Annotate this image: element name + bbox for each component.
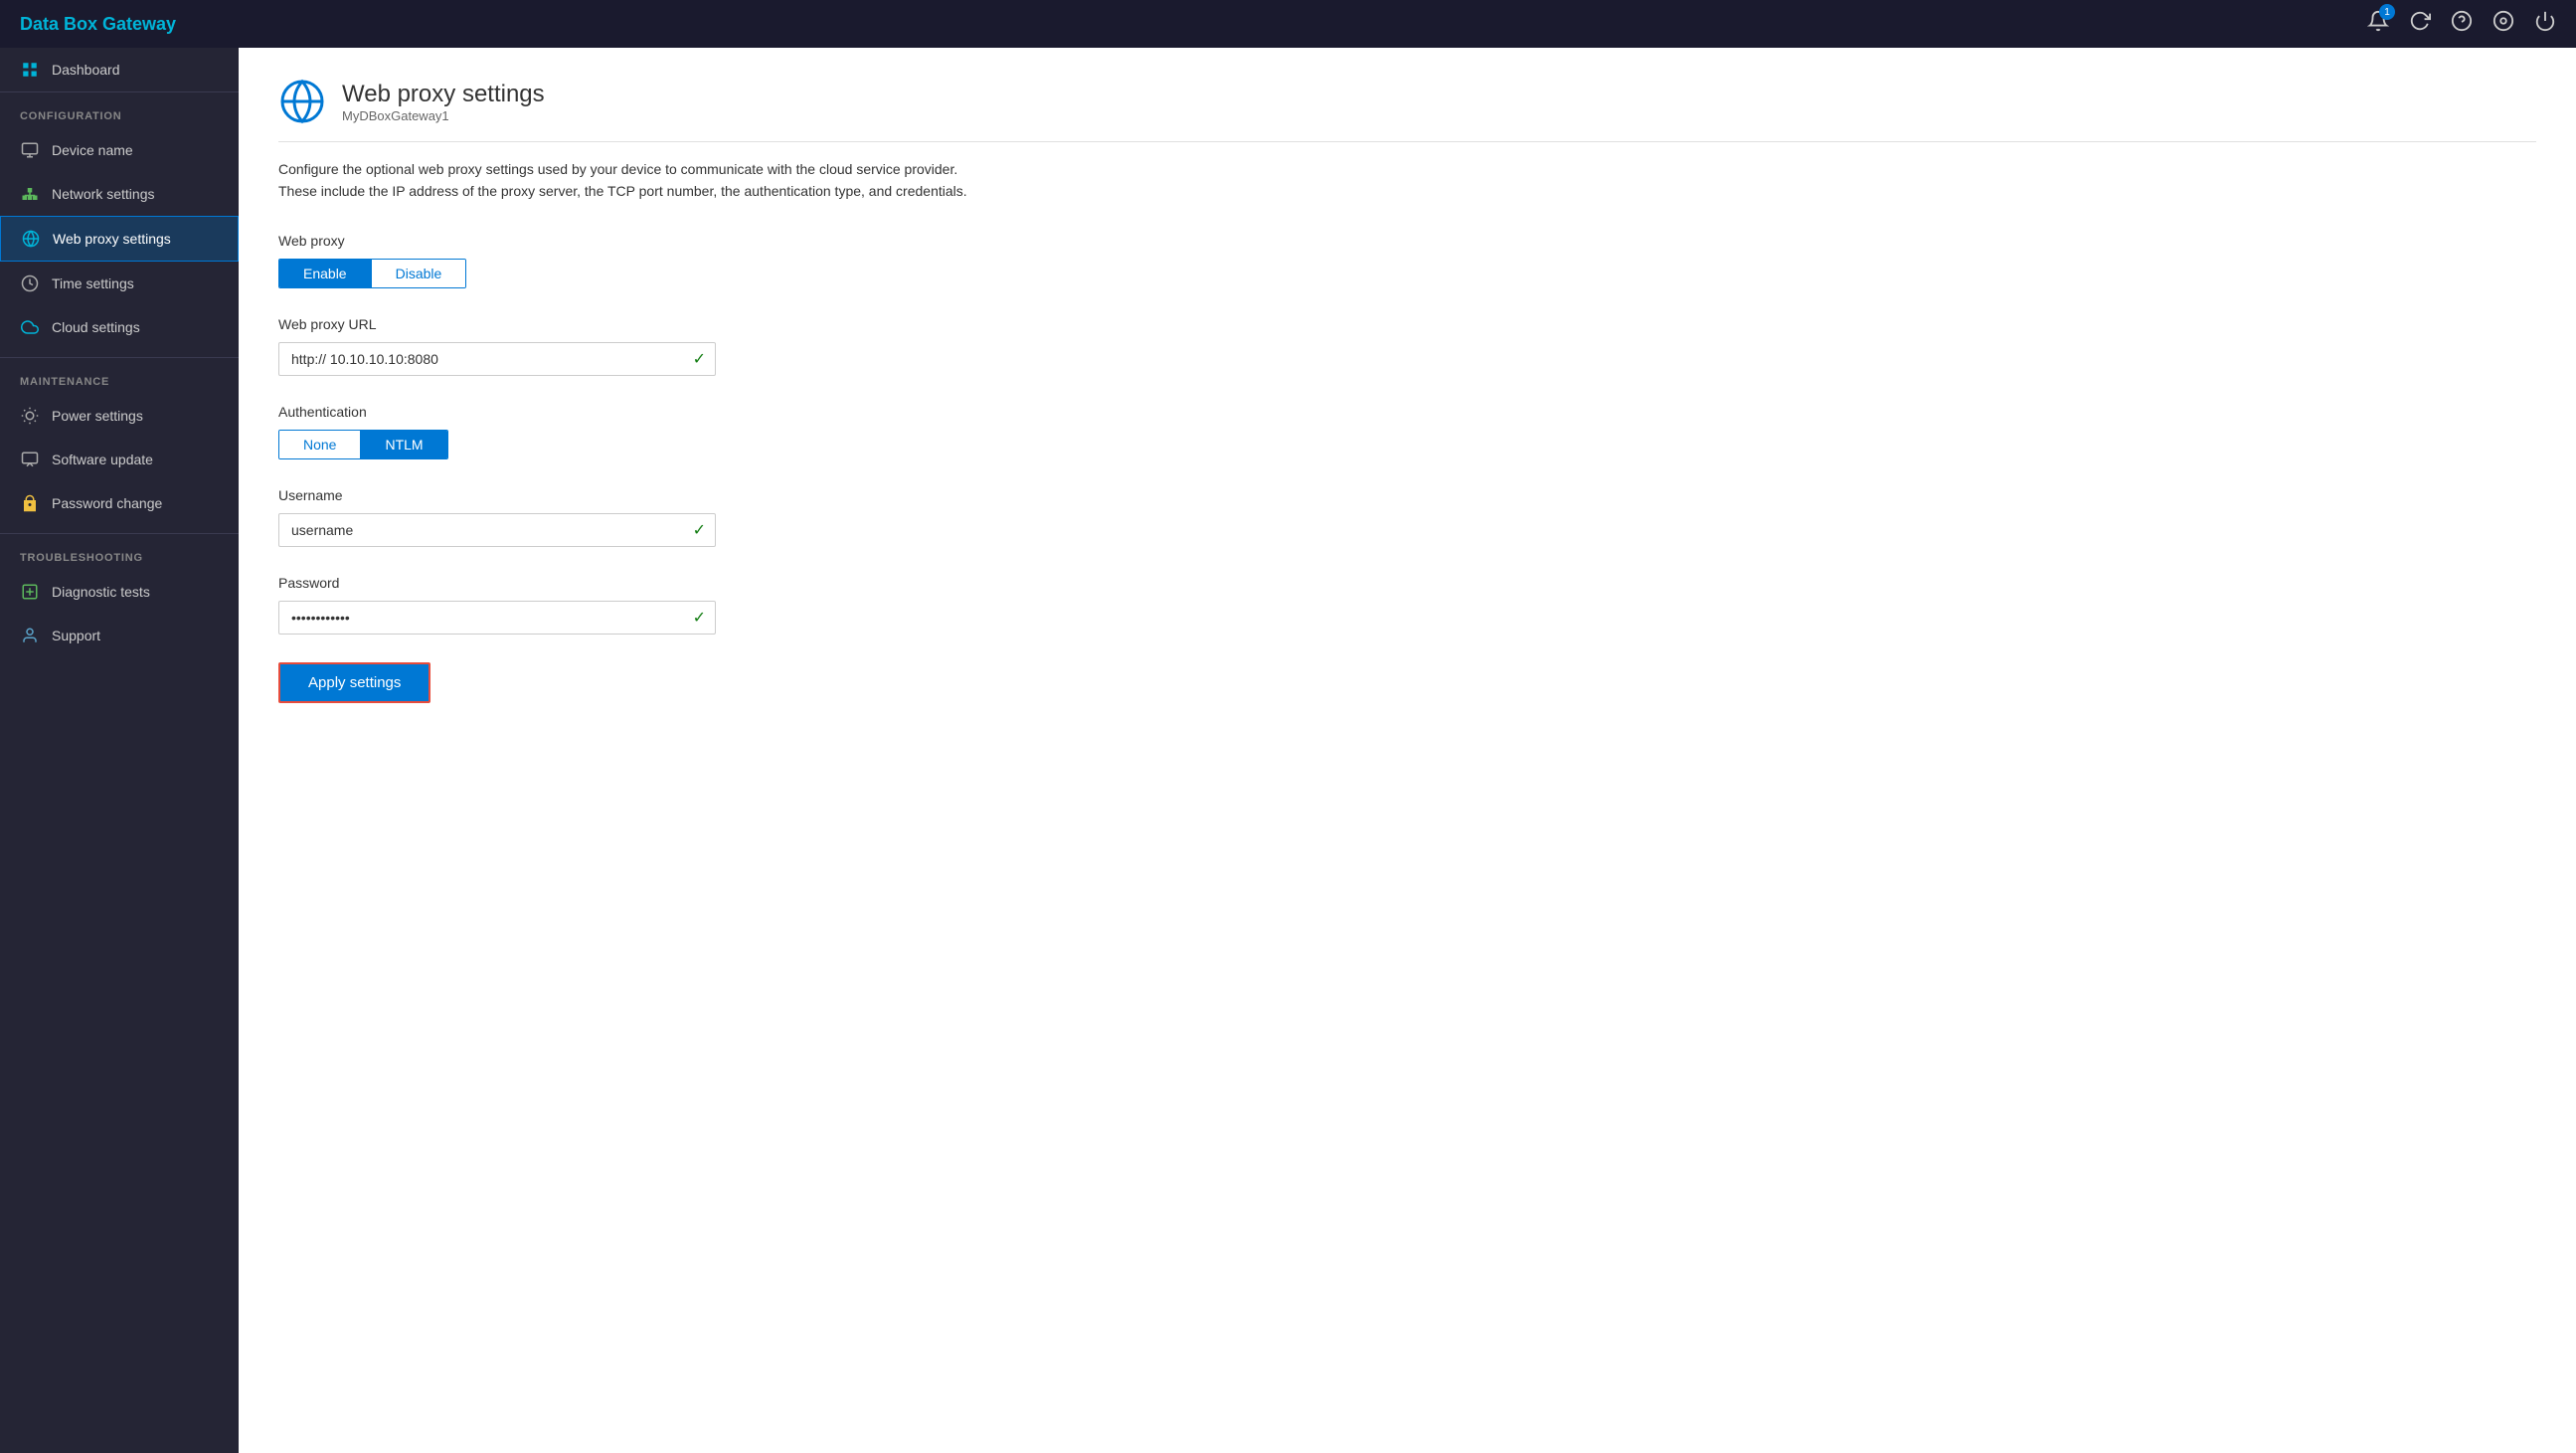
main-content: Web proxy settings MyDBoxGateway1 Config… — [239, 48, 2576, 1453]
power-icon[interactable] — [2534, 10, 2556, 38]
web-proxy-icon — [21, 229, 41, 249]
username-check: ✓ — [693, 520, 706, 540]
authentication-label: Authentication — [278, 404, 2536, 420]
sidebar-time-settings-label: Time settings — [52, 275, 134, 291]
app-title: Data Box Gateway — [20, 14, 176, 35]
config-section-header: CONFIGURATION — [0, 96, 239, 128]
password-check: ✓ — [693, 608, 706, 628]
sidebar-item-device-name[interactable]: Device name — [0, 128, 239, 172]
sidebar-dashboard-label: Dashboard — [52, 62, 120, 78]
power-settings-icon — [20, 406, 40, 426]
description-line1: Configure the optional web proxy setting… — [278, 158, 2536, 180]
software-update-icon — [20, 450, 40, 469]
authentication-section: Authentication None NTLM — [278, 404, 2536, 459]
auth-none-button[interactable]: None — [279, 431, 361, 458]
apply-settings-button[interactable]: Apply settings — [278, 662, 430, 703]
sidebar-software-update-label: Software update — [52, 452, 153, 467]
sidebar-item-cloud-settings[interactable]: Cloud settings — [0, 305, 239, 349]
troubleshooting-divider — [0, 533, 239, 534]
sidebar-item-password-change[interactable]: Password change — [0, 481, 239, 525]
notification-icon[interactable]: 1 — [2367, 10, 2389, 38]
sidebar-support-label: Support — [52, 628, 100, 643]
page-subtitle: MyDBoxGateway1 — [342, 108, 545, 123]
web-proxy-section: Web proxy Enable Disable — [278, 233, 2536, 288]
password-wrapper: ✓ — [278, 601, 716, 635]
password-icon — [20, 493, 40, 513]
help-icon[interactable] — [2451, 10, 2473, 38]
web-proxy-label: Web proxy — [278, 233, 2536, 249]
diagnostic-icon — [20, 582, 40, 602]
sidebar-item-support[interactable]: Support — [0, 614, 239, 657]
page-header-text: Web proxy settings MyDBoxGateway1 — [342, 81, 545, 123]
username-label: Username — [278, 487, 2536, 503]
sidebar: Dashboard CONFIGURATION Device name — [0, 48, 239, 1453]
description-line2: These include the IP address of the prox… — [278, 180, 2536, 202]
refresh-icon[interactable] — [2409, 10, 2431, 38]
support-icon — [20, 626, 40, 645]
description: Configure the optional web proxy setting… — [278, 158, 2536, 203]
sidebar-item-power-settings[interactable]: Power settings — [0, 394, 239, 438]
device-icon — [20, 140, 40, 160]
time-icon — [20, 273, 40, 293]
web-proxy-url-input[interactable] — [278, 342, 716, 376]
username-input[interactable] — [278, 513, 716, 547]
topbar: Data Box Gateway 1 — [0, 0, 2576, 48]
username-section: Username ✓ — [278, 487, 2536, 547]
password-input[interactable] — [278, 601, 716, 635]
sidebar-password-change-label: Password change — [52, 495, 162, 511]
maintenance-section-header: MAINTENANCE — [0, 362, 239, 394]
cloud-icon — [20, 317, 40, 337]
enable-button[interactable]: Enable — [279, 260, 372, 287]
sidebar-device-name-label: Device name — [52, 142, 133, 158]
auth-ntlm-button[interactable]: NTLM — [361, 431, 446, 458]
web-proxy-toggle-group: Enable Disable — [278, 259, 466, 288]
sidebar-diagnostic-tests-label: Diagnostic tests — [52, 584, 150, 600]
dashboard-icon — [20, 60, 40, 80]
sidebar-item-software-update[interactable]: Software update — [0, 438, 239, 481]
notification-badge: 1 — [2379, 4, 2395, 20]
sidebar-item-network-settings[interactable]: Network settings — [0, 172, 239, 216]
auth-toggle-group: None NTLM — [278, 430, 448, 459]
web-proxy-url-section: Web proxy URL ✓ — [278, 316, 2536, 376]
sidebar-web-proxy-label: Web proxy settings — [53, 231, 171, 247]
web-proxy-url-check: ✓ — [693, 349, 706, 369]
username-wrapper: ✓ — [278, 513, 716, 547]
config-divider — [0, 91, 239, 92]
page-header: Web proxy settings MyDBoxGateway1 — [278, 78, 2536, 142]
password-label: Password — [278, 575, 2536, 591]
network-icon — [20, 184, 40, 204]
topbar-icons: 1 — [2367, 10, 2556, 38]
web-proxy-url-label: Web proxy URL — [278, 316, 2536, 332]
sidebar-item-diagnostic-tests[interactable]: Diagnostic tests — [0, 570, 239, 614]
sidebar-cloud-settings-label: Cloud settings — [52, 319, 140, 335]
maintenance-divider — [0, 357, 239, 358]
sidebar-item-time-settings[interactable]: Time settings — [0, 262, 239, 305]
apply-section: Apply settings — [278, 662, 2536, 703]
page-title: Web proxy settings — [342, 81, 545, 108]
sidebar-network-settings-label: Network settings — [52, 186, 154, 202]
sidebar-power-settings-label: Power settings — [52, 408, 143, 424]
page-globe-icon — [278, 78, 326, 125]
password-section: Password ✓ — [278, 575, 2536, 635]
troubleshooting-section-header: TROUBLESHOOTING — [0, 538, 239, 570]
web-proxy-url-wrapper: ✓ — [278, 342, 716, 376]
sidebar-item-web-proxy-settings[interactable]: Web proxy settings — [0, 216, 239, 262]
sidebar-item-dashboard[interactable]: Dashboard — [0, 48, 239, 91]
disable-button[interactable]: Disable — [372, 260, 466, 287]
settings-icon[interactable] — [2492, 10, 2514, 38]
main-container: Dashboard CONFIGURATION Device name — [0, 48, 2576, 1453]
